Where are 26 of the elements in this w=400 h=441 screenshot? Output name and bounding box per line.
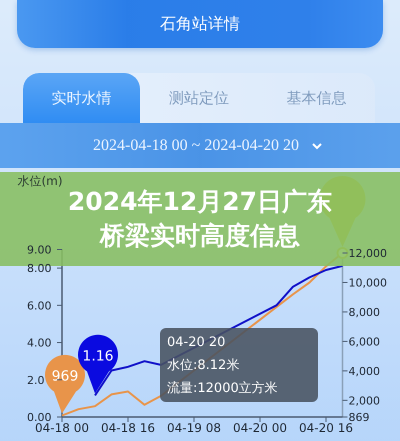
axis-tick-label: 4,000 [348,364,380,378]
axis-tick-label: 04-20 16 [299,421,353,435]
axis-tick-label: 04-18 16 [101,421,155,435]
map-pin-marker: 969 [45,354,85,414]
annotation: 1.16 [82,348,114,364]
axis-tick-label: 4.00 [27,336,52,350]
axis-tick-label: 04-18 00 [35,421,89,435]
axis-tick-label: 2.0 [27,374,44,387]
chart-tooltip: 04-20 20 水位:8.12米 流量:12000立方米 [160,328,318,402]
axis-tick-label: 04-20 00 [233,421,287,435]
axis-tick-label: 6,000 [348,335,380,348]
headline-text: 2024年12月27日广东 桥梁实时高度信息 [68,186,332,252]
axis-title: 水位(m) [17,174,63,188]
axis-tick-label: 12,000 [348,247,387,260]
axis-tick-label: 2,000 [348,394,380,408]
axis-tick-label: 9.00 [27,244,52,256]
annotation: 969 [52,368,78,385]
axis-tick-label: 0.00 [27,411,52,424]
axis-tick-label: 869 [348,411,370,424]
axis-tick-label: 8,000 [348,306,380,319]
page-header: 石角站详情 [17,0,383,48]
axis-tick-label: 10,000 [348,276,387,290]
axis-tick-label: 6.00 [27,299,52,312]
axis-tick-label: 04-19 08 [167,421,221,435]
axis-tick-label: 8.00 [27,262,52,276]
map-pin-marker: 1.16 [78,334,118,394]
